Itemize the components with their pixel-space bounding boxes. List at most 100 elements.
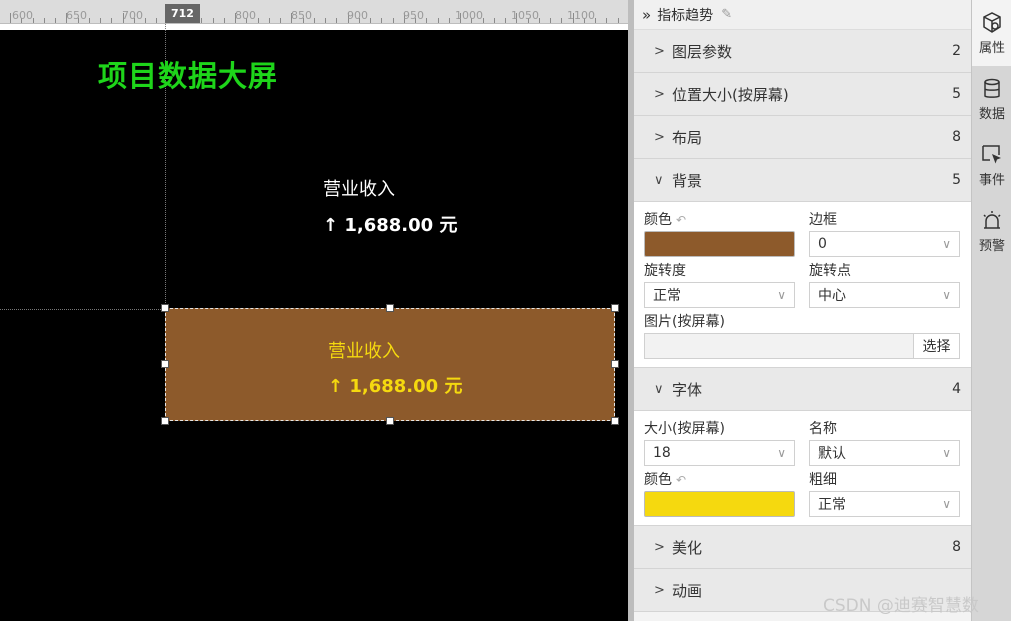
bg-color-label: 颜色 ↶ <box>644 212 687 228</box>
chevron-right-icon: > <box>654 539 665 555</box>
section-count: 8 <box>952 129 961 145</box>
ruler-tick <box>336 18 338 23</box>
ruler-tick <box>111 18 113 23</box>
ruler-tick <box>43 18 45 23</box>
screen-title[interactable]: 项目数据大屏 <box>98 53 278 95</box>
font-name-label: 名称 <box>809 421 837 437</box>
chevron-down-icon: ∨ <box>777 288 786 302</box>
ruler-label: 800 <box>235 9 256 22</box>
section-label: 布局 <box>672 128 703 147</box>
ruler-tick <box>201 18 203 23</box>
rotation-select[interactable]: 正常 ∨ <box>644 282 795 308</box>
chevron-right-icon: > <box>654 86 665 102</box>
section-label: 图层参数 <box>672 42 733 61</box>
font-name-select[interactable]: 默认 ∨ <box>809 440 960 466</box>
resize-handle-top-right[interactable] <box>611 304 619 312</box>
kpi-value[interactable]: ↑ 1,688.00 元 <box>323 211 457 237</box>
canvas-top-strip <box>0 24 628 30</box>
ruler-tick <box>212 18 214 23</box>
section-label: 动画 <box>672 581 703 600</box>
resize-handle-bottom-left[interactable] <box>161 417 169 425</box>
font-color-swatch[interactable] <box>644 491 795 517</box>
ruler-label: 1000 <box>455 9 483 22</box>
rail-tab-events[interactable]: 事件 <box>972 132 1011 198</box>
choose-image-button[interactable]: 选择 <box>914 333 960 359</box>
panel-title: 指标趋势 <box>657 7 714 24</box>
panel-header: » 指标趋势 ✎ <box>634 0 971 30</box>
rotation-label: 旋转度 <box>644 263 686 279</box>
alarm-icon <box>983 210 1001 229</box>
ruler-label: 650 <box>66 9 87 22</box>
chevron-down-icon: ∨ <box>654 381 664 397</box>
canvas-area[interactable]: 600 650 700 750 800 850 900 950 1000 105… <box>0 0 628 621</box>
rail-tab-properties[interactable]: 属性 <box>972 0 1011 66</box>
ruler-tick <box>561 18 563 23</box>
chevron-right-icon: > <box>654 582 665 598</box>
watermark: CSDN @迪赛智慧数 <box>823 596 979 616</box>
app-root: 600 650 700 750 800 850 900 950 1000 105… <box>0 0 1011 621</box>
resize-handle-top-left[interactable] <box>161 304 169 312</box>
selected-kpi-value: ↑ 1,688.00 元 <box>328 376 463 397</box>
chevron-right-icon: > <box>654 129 665 145</box>
resize-handle-bottom[interactable] <box>386 417 394 425</box>
section-background[interactable]: ∨ 背景 5 <box>634 159 971 202</box>
ruler-cursor-marker: 712 <box>165 4 200 23</box>
cursor-box-icon <box>982 144 1001 163</box>
section-beautify[interactable]: > 美化 8 <box>634 526 971 569</box>
horizontal-ruler[interactable]: 600 650 700 750 800 850 900 950 1000 105… <box>0 0 628 24</box>
bg-color-swatch[interactable] <box>644 231 795 257</box>
chevron-down-icon: ∨ <box>942 288 951 302</box>
ruler-tick <box>381 18 383 23</box>
edit-pencil-icon[interactable]: ✎ <box>721 7 732 22</box>
rail-tab-alerts[interactable]: 预警 <box>972 198 1011 264</box>
ruler-label: 1050 <box>511 9 539 22</box>
image-picker: 选择 <box>644 333 960 359</box>
ruler-tick <box>493 18 495 23</box>
section-label: 背景 <box>672 171 703 190</box>
ruler-tick <box>370 18 371 23</box>
selected-kpi-label: 营业收入 <box>328 341 400 362</box>
image-path-input[interactable] <box>644 333 914 359</box>
ruler-tick <box>100 18 101 23</box>
pivot-label: 旋转点 <box>809 263 851 279</box>
resize-handle-left[interactable] <box>161 360 169 368</box>
border-select[interactable]: 0 ∨ <box>809 231 960 257</box>
ruler-tick <box>88 18 90 23</box>
font-size-select[interactable]: 18 ∨ <box>644 440 795 466</box>
resize-handle-right[interactable] <box>611 360 619 368</box>
ruler-tick <box>268 18 270 23</box>
ruler-tick <box>550 18 551 23</box>
font-weight-select[interactable]: 正常 ∨ <box>809 491 960 517</box>
ruler-tick <box>448 18 450 23</box>
section-position[interactable]: > 位置大小(按屏幕) 5 <box>634 73 971 116</box>
ruler-tick <box>145 18 146 23</box>
right-tool-rail: 属性 数据 事件 预警 <box>971 0 1011 621</box>
cube-gear-icon <box>983 11 1001 33</box>
collapse-panel-icon[interactable]: » <box>642 6 651 24</box>
ruler-tick <box>280 18 281 23</box>
ruler-tick <box>10 13 11 23</box>
section-font[interactable]: ∨ 字体 4 <box>634 368 971 411</box>
ruler-label: 1100 <box>567 9 595 22</box>
ruler-tick <box>325 18 326 23</box>
kpi-label[interactable]: 营业收入 <box>323 175 395 201</box>
section-layer[interactable]: > 图层参数 2 <box>634 30 971 73</box>
resize-handle-bottom-right[interactable] <box>611 417 619 425</box>
horizontal-guide-line <box>0 309 165 310</box>
font-weight-label: 粗细 <box>809 472 837 488</box>
section-count: 2 <box>952 43 961 59</box>
ruler-label: 600 <box>12 9 33 22</box>
section-label: 美化 <box>672 538 703 557</box>
ruler-tick <box>617 18 619 23</box>
rail-tab-data[interactable]: 数据 <box>972 66 1011 132</box>
resize-handle-top[interactable] <box>386 304 394 312</box>
reset-icon[interactable]: ↶ <box>676 213 686 227</box>
chevron-down-icon: ∨ <box>942 237 951 251</box>
ruler-tick <box>313 18 315 23</box>
ruler-label: 850 <box>291 9 312 22</box>
reset-icon[interactable]: ↶ <box>676 473 686 487</box>
ruler-tick <box>437 18 439 23</box>
selected-kpi-widget[interactable]: 营业收入 ↑ 1,688.00 元 <box>161 304 619 425</box>
pivot-select[interactable]: 中心 ∨ <box>809 282 960 308</box>
section-layout[interactable]: > 布局 8 <box>634 116 971 159</box>
